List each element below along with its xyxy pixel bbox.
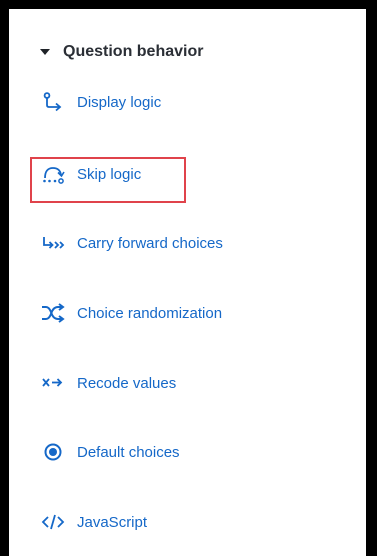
section-header[interactable]: Question behavior [40, 43, 203, 61]
section-title: Question behavior [63, 43, 204, 60]
recode-icon [40, 373, 66, 393]
menu-item-label: Choice randomization [77, 304, 223, 322]
highlight-box [30, 157, 186, 203]
menu-item-label: Recode values [77, 374, 177, 392]
shuffle-icon [40, 303, 66, 323]
menu-item-carry-forward[interactable]: Carry forward choices [40, 233, 223, 253]
carry-forward-icon [40, 233, 66, 253]
radio-selected-icon [40, 442, 66, 462]
menu-item-display-logic[interactable]: Display logic [40, 92, 161, 112]
menu-item-label: JavaScript [77, 513, 148, 531]
menu-item-label: Display logic [77, 93, 162, 111]
menu-item-javascript[interactable]: JavaScript [40, 512, 147, 532]
code-icon [40, 512, 66, 532]
menu-item-label: Default choices [77, 443, 180, 461]
question-behavior-panel: Question behavior Display logic Skip log… [9, 9, 366, 556]
menu-item-recode-values[interactable]: Recode values [40, 373, 176, 393]
display-logic-icon [40, 92, 66, 112]
menu-item-default-choices[interactable]: Default choices [40, 442, 180, 462]
caret-down-icon [40, 49, 50, 55]
menu-item-choice-randomization[interactable]: Choice randomization [40, 303, 222, 323]
menu-item-label: Carry forward choices [77, 234, 223, 252]
